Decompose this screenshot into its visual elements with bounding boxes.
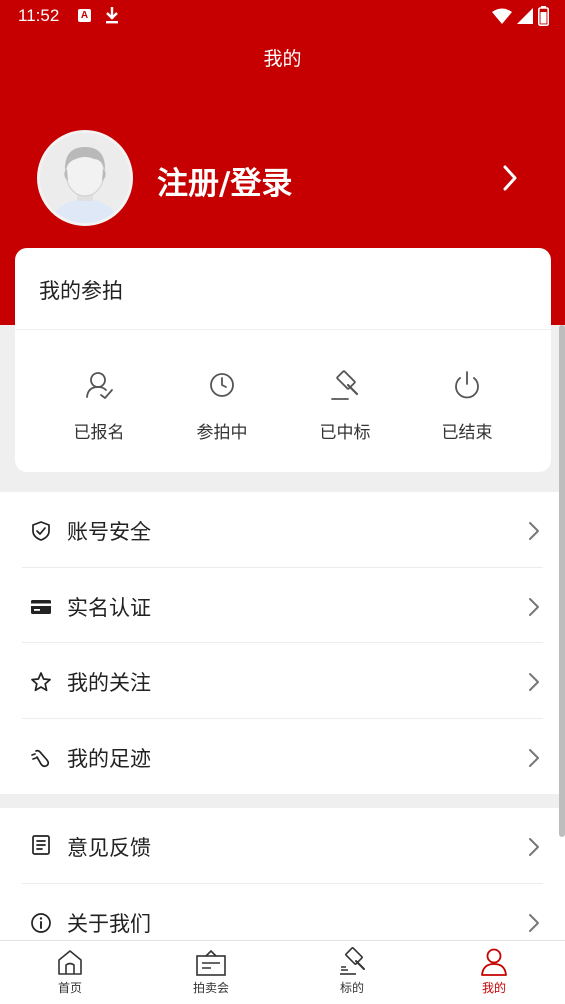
status-time: 11:52 — [18, 6, 60, 25]
status-label: 已结束 — [441, 423, 493, 443]
tab-label: 我的 — [481, 981, 506, 995]
divider — [15, 329, 551, 330]
system-status-icons — [492, 6, 549, 26]
signal-icon — [517, 8, 533, 24]
menu-item-label: 关于我们 — [67, 911, 151, 936]
menu-item-about-us[interactable]: 关于我们 — [0, 884, 565, 941]
menu-item-label: 我的足迹 — [67, 746, 151, 771]
chevron-right-icon[interactable] — [500, 163, 520, 193]
id-card-icon — [31, 599, 51, 614]
star-icon — [31, 672, 51, 692]
menu-item-label: 我的关注 — [67, 671, 151, 695]
status-registered[interactable]: 已报名 — [49, 368, 149, 443]
tab-lots[interactable]: 标的 — [312, 947, 392, 996]
scrollbar[interactable] — [559, 325, 565, 837]
chevron-right-icon — [529, 838, 539, 856]
menu-item-label: 意见反馈 — [67, 836, 151, 860]
gavel-icon — [331, 370, 359, 400]
lot-icon — [340, 947, 365, 975]
menu-item-my-follows[interactable]: 我的关注 — [0, 643, 565, 719]
feedback-icon — [32, 835, 50, 855]
status-label: 已中标 — [319, 423, 371, 443]
chevron-right-icon — [529, 597, 539, 616]
menu-item-real-name-verification[interactable]: 实名认证 — [0, 568, 565, 643]
status-bidding[interactable]: 参拍中 — [172, 368, 272, 443]
chevron-right-icon — [529, 913, 539, 932]
clock-icon — [210, 373, 234, 397]
home-icon — [58, 950, 82, 975]
status-won[interactable]: 已中标 — [295, 368, 395, 443]
chevron-right-icon — [529, 673, 539, 691]
page-title: 我的 — [263, 48, 302, 70]
tab-auctions[interactable]: 拍卖会 — [171, 947, 251, 996]
bottom-tab-bar: 首页 拍卖会 标的 我的 — [0, 940, 565, 1004]
avatar[interactable] — [37, 130, 133, 226]
tab-label: 首页 — [57, 981, 82, 995]
tab-label: 拍卖会 — [192, 981, 229, 995]
settings-menu: 账号安全 实名认证 我的关注 我的足迹 — [0, 492, 565, 794]
chevron-right-icon — [529, 522, 539, 540]
menu-item-label: 账号安全 — [67, 520, 151, 544]
footprint-icon — [31, 749, 50, 767]
wifi-icon — [492, 8, 512, 24]
tab-home[interactable]: 首页 — [30, 947, 110, 996]
power-icon — [455, 371, 479, 399]
status-ended[interactable]: 已结束 — [417, 368, 517, 443]
auction-icon — [196, 949, 226, 976]
status-bar: 11:52 A — [0, 0, 565, 32]
my-auction-card: 我的参拍 已报名 参拍中 已中标 已结束 — [15, 248, 551, 472]
info-icon — [31, 912, 51, 933]
chevron-right-icon — [529, 748, 539, 767]
tab-profile[interactable]: 我的 — [454, 947, 534, 996]
download-icon — [106, 7, 118, 24]
register-login-link[interactable]: 注册/登录 — [157, 158, 292, 203]
user-check-icon — [86, 372, 113, 399]
default-avatar-icon — [40, 133, 130, 223]
profile-icon — [481, 948, 507, 976]
menu-item-label: 实名认证 — [67, 595, 151, 620]
app-notification-icon: A — [78, 9, 91, 22]
support-menu: 意见反馈 关于我们 — [0, 808, 565, 940]
status-label: 已报名 — [73, 423, 125, 443]
card-title: 我的参拍 — [39, 279, 123, 303]
menu-item-account-security[interactable]: 账号安全 — [0, 492, 565, 568]
menu-item-my-footprints[interactable]: 我的足迹 — [0, 719, 565, 795]
battery-icon — [538, 6, 549, 26]
shield-check-icon — [32, 521, 50, 541]
tab-label: 标的 — [339, 981, 364, 995]
status-label: 参拍中 — [196, 423, 248, 443]
menu-item-feedback[interactable]: 意见反馈 — [0, 808, 565, 884]
